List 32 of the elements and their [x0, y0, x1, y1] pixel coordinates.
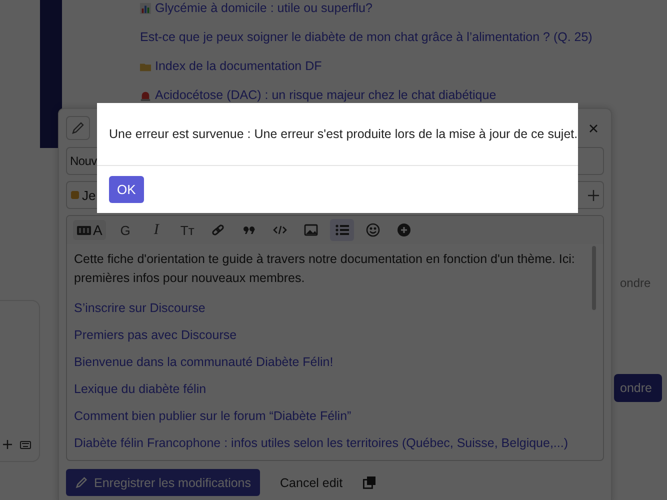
format-button[interactable]: I [144, 219, 168, 241]
rich-text-label: A [93, 222, 102, 238]
list-icon[interactable] [330, 219, 354, 241]
topic-link[interactable]: Acidocétose (DAC) : un risque majeur chez le chat diabétique [140, 87, 592, 103]
ok-button[interactable]: OK [109, 176, 144, 203]
format-button[interactable]: Tт [175, 219, 200, 241]
close-icon[interactable] [589, 124, 598, 132]
doc-link[interactable]: S’inscrire sur Discourse [74, 301, 579, 315]
reply-button[interactable]: ondre [614, 374, 662, 402]
copy-icon[interactable] [362, 476, 376, 489]
keyboard-icon[interactable] [20, 440, 31, 448]
edit-icon[interactable] [66, 116, 90, 140]
chart-icon [140, 2, 151, 14]
save-button[interactable]: Enregistrer les modifications [66, 469, 260, 496]
error-message: Une erreur est survenue : Une erreur s'est produite lors de la mise à jour de ce sujet. [109, 127, 578, 141]
doc-link[interactable]: Bienvenue dans la communauté Diabète Félin! [74, 355, 579, 369]
markdown-icon [77, 226, 91, 234]
editor-toggle[interactable]: A [73, 220, 106, 240]
doc-link[interactable]: Lexique du diabète félin [74, 382, 579, 396]
doc-link[interactable]: Premiers pas avec Discourse [74, 328, 579, 342]
siren-icon [140, 90, 151, 100]
doc-link[interactable]: Diabète félin Francophone : infos utiles selon les territoires (Québec, Suisse, Belgique,...) [74, 436, 579, 450]
plus-icon[interactable] [3, 440, 12, 449]
cancel-button[interactable]: Cancel edit [274, 474, 349, 490]
plus-icon[interactable] [588, 190, 599, 200]
intro-text: Cette fiche d'orientation te guide à travers notre documentation en fonction d'un thème. Ici: premières infos pour nouveaux membres. [74, 251, 576, 287]
topic-link[interactable]: Est-ce que je peux soigner le diabète de mon chat grâce à l’alimentation ? (Q. 25) [140, 29, 592, 45]
topic-link[interactable]: Index de la documentation DF [140, 58, 592, 74]
editor-area[interactable] [66, 215, 604, 461]
format-button[interactable]: G [113, 219, 138, 241]
doc-link[interactable]: Comment bien publier sur le forum “Diabète Félin” [74, 409, 579, 423]
pencil-icon [75, 476, 88, 489]
